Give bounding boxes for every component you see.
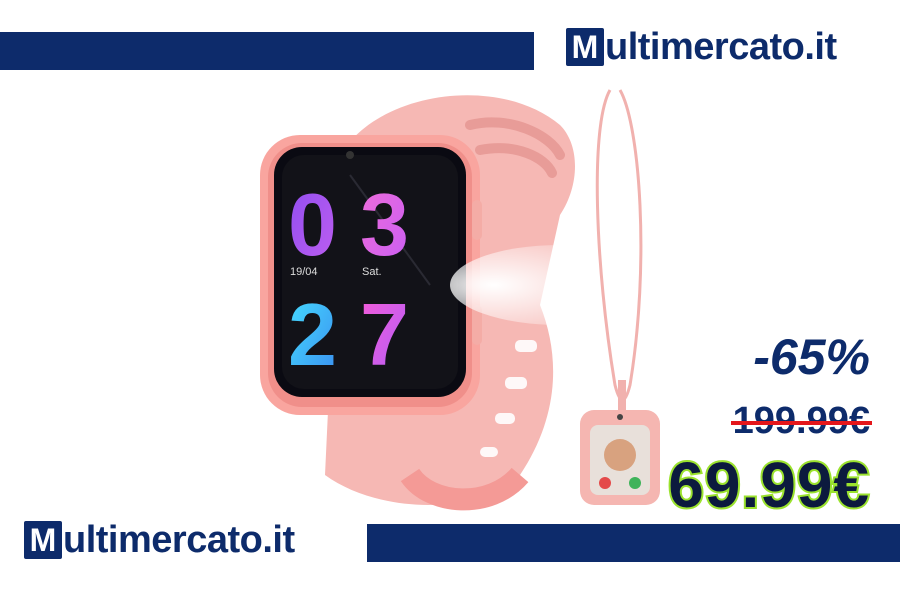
svg-text:0: 0 xyxy=(288,175,337,274)
logo-letter-box: M xyxy=(24,521,62,559)
discount-badge: -65% xyxy=(753,328,871,386)
new-price: 69.99€ xyxy=(666,447,871,523)
old-price: 199.99€ xyxy=(730,400,872,443)
watch-date: 19/04 xyxy=(290,266,318,278)
smartwatch-product-image: 0 3 19/04 Sat. 2 7 xyxy=(260,89,670,511)
top-banner-bar xyxy=(0,32,534,70)
brand-logo-bottom[interactable]: M ultimercato.it xyxy=(24,521,295,559)
logo-text: ultimercato.it xyxy=(605,26,837,68)
logo-text: ultimercato.it xyxy=(63,519,295,561)
svg-text:3: 3 xyxy=(360,175,409,274)
brand-logo-top[interactable]: M ultimercato.it xyxy=(566,28,837,66)
svg-text:Sat.: Sat. xyxy=(362,266,382,278)
logo-letter-box: M xyxy=(566,28,604,66)
bottom-banner-bar xyxy=(367,524,900,562)
svg-text:2: 2 xyxy=(288,285,337,384)
svg-text:7: 7 xyxy=(360,285,409,384)
old-price-strikethrough xyxy=(730,420,872,425)
